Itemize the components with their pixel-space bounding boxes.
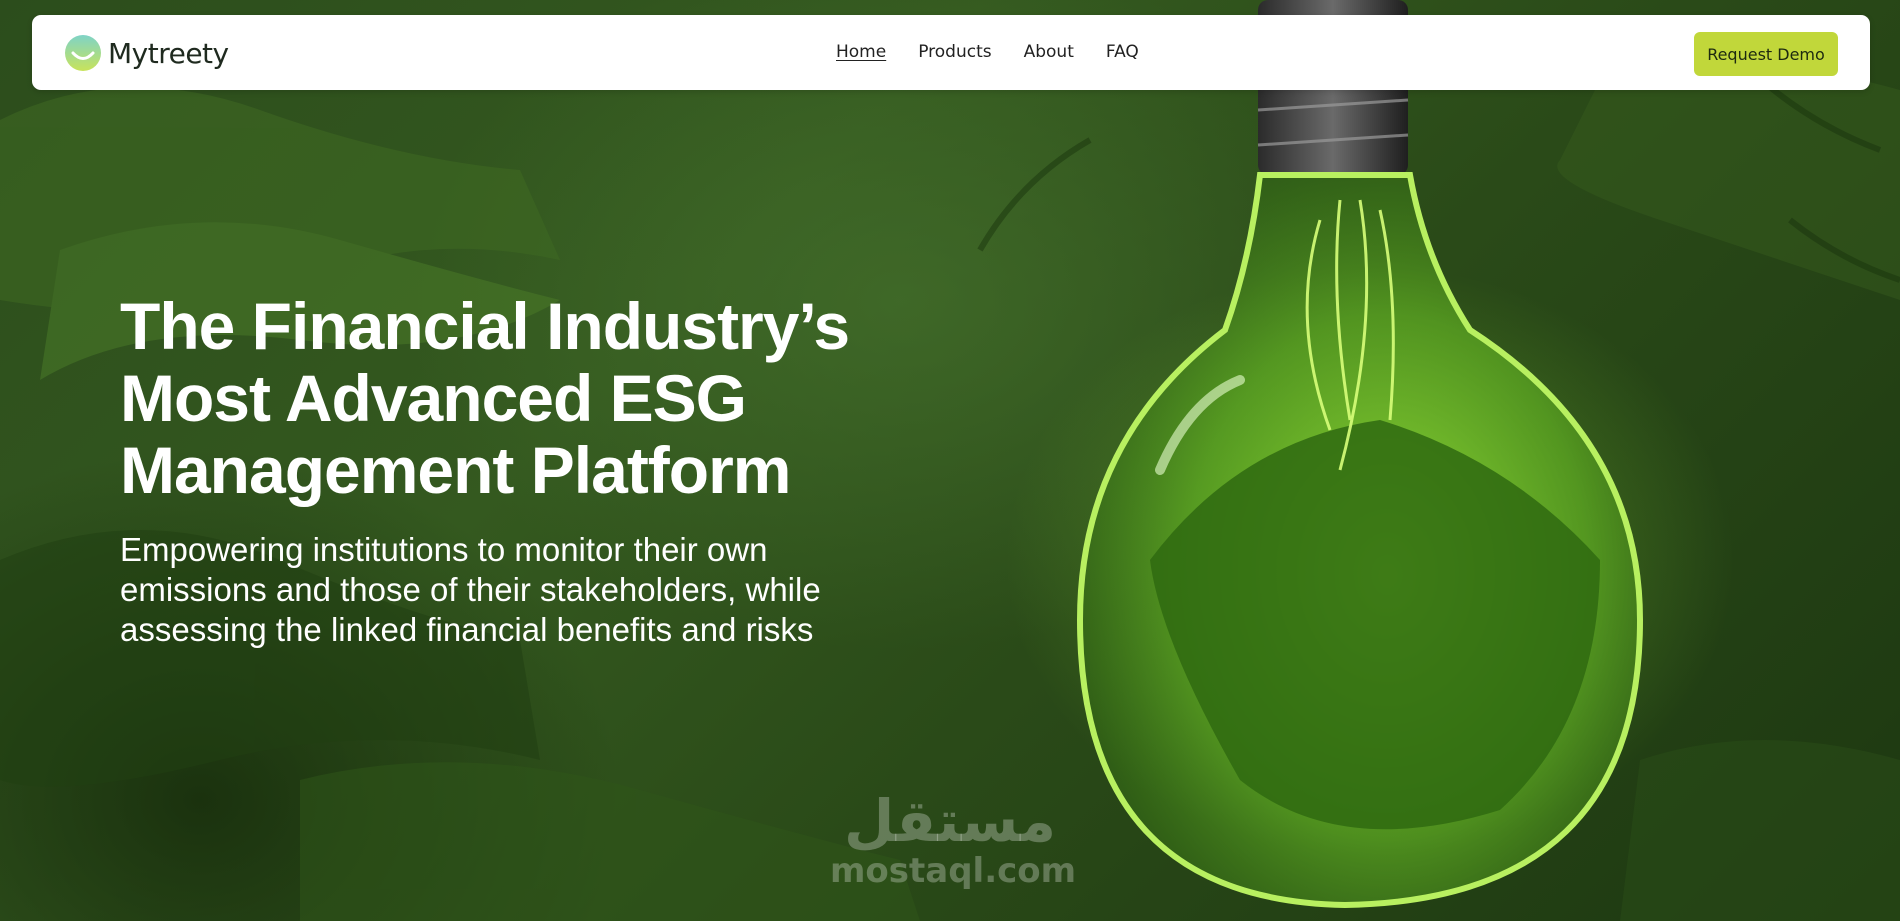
subheading-line: assessing the linked financial benefits …: [120, 611, 814, 648]
watermark: مستقل mostaql.com: [830, 787, 1077, 891]
top-navbar: Mytreety Home Products About FAQ Request…: [32, 15, 1870, 90]
lightbulb-image: [1076, 0, 1644, 909]
nav-home[interactable]: Home: [836, 42, 886, 62]
watermark-arabic: مستقل: [843, 787, 1057, 855]
request-demo-button[interactable]: Request Demo: [1694, 32, 1838, 76]
headline-line: Most Advanced ESG: [120, 361, 747, 435]
hero-headline: The Financial Industry’s Most Advanced E…: [120, 290, 1020, 506]
primary-nav: Home Products About FAQ: [836, 42, 1139, 62]
nav-products[interactable]: Products: [918, 42, 991, 62]
headline-line: The Financial Industry’s: [120, 289, 850, 363]
brand-logo[interactable]: Mytreety: [64, 33, 229, 73]
subheading-line: emissions and those of their stakeholder…: [120, 571, 821, 608]
watermark-latin: mostaql.com: [830, 851, 1077, 891]
subheading-line: Empowering institutions to monitor their…: [120, 531, 768, 568]
brand-name: Mytreety: [108, 36, 229, 70]
nav-about[interactable]: About: [1024, 42, 1074, 62]
headline-line: Management Platform: [120, 433, 791, 507]
hero-subheading: Empowering institutions to monitor their…: [120, 530, 980, 650]
nav-faq[interactable]: FAQ: [1106, 42, 1139, 62]
logo-icon: [65, 35, 101, 71]
